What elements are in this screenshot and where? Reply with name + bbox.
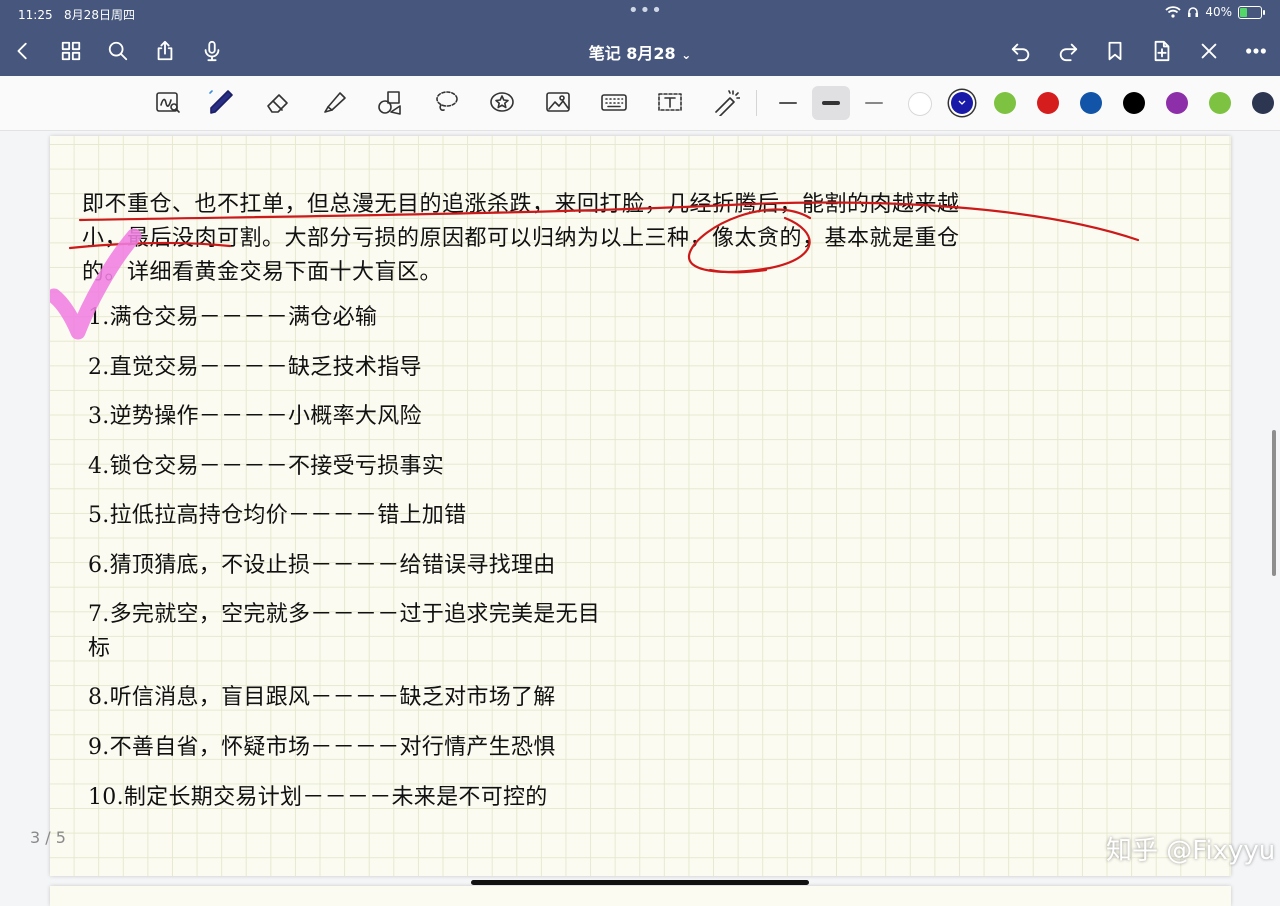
microphone-button[interactable]	[197, 36, 227, 66]
sticker-icon	[490, 92, 514, 112]
status-bar: 11:25 8月28日周四 ••• 40%	[0, 0, 1280, 26]
text-tool[interactable]	[654, 86, 686, 118]
color-swatch[interactable]	[1252, 92, 1274, 114]
share-button[interactable]	[150, 36, 180, 66]
highlighter-tool[interactable]	[318, 86, 350, 118]
add-page-button[interactable]	[1147, 36, 1177, 66]
intro-line: 即不重仓、也不扛单，但总漫无目的追涨杀跌，来回打脸，几经折腾后，能割的肉越来越	[82, 192, 960, 217]
close-icon	[1201, 43, 1217, 59]
chevron-down-icon	[958, 100, 966, 105]
add-page-icon	[1154, 40, 1170, 62]
pen-icon	[209, 90, 233, 114]
list-item: 6.猜顶猜底，不设止损－－－－给错误寻找理由	[88, 553, 556, 578]
eraser-icon	[267, 94, 288, 113]
vertical-scrollbar[interactable]	[1272, 430, 1276, 576]
page-title: 笔记 8月28 ⌄	[0, 40, 1280, 64]
headphones-icon	[1188, 7, 1199, 17]
wifi-icon	[1165, 6, 1181, 18]
undo-icon	[1011, 43, 1030, 62]
handwriting-recognition-tool[interactable]	[152, 86, 184, 118]
color-swatch[interactable]	[1037, 92, 1059, 114]
grid-icon	[61, 41, 81, 61]
stroke-thin-option[interactable]	[769, 86, 807, 120]
list-item: 10.制定长期交易计划－－－－未来是不可控的	[88, 785, 548, 810]
page-indicator: 3 / 5	[30, 828, 66, 847]
stroke-light-option[interactable]	[855, 86, 893, 120]
microphone-icon	[204, 40, 220, 62]
pen-tool[interactable]	[205, 86, 237, 118]
lasso-icon	[436, 91, 458, 111]
sticker-tool[interactable]	[486, 86, 518, 118]
toolbar-divider	[756, 90, 757, 116]
color-swatch[interactable]	[1209, 92, 1231, 114]
intro-paragraph: 即不重仓、也不扛单，但总漫无目的追涨杀跌，来回打脸，几经折腾后，能割的肉越来越 …	[82, 188, 1142, 290]
grid-view-button[interactable]	[56, 36, 86, 66]
intro-line: 小，最后没肉可割。大部分亏损的原因都可以归纳为以上三种，像太贪的，基本就是重仓	[82, 226, 960, 251]
battery-percent: 40%	[1205, 5, 1232, 19]
shapes-icon	[378, 91, 401, 115]
lasso-tool[interactable]	[430, 86, 462, 118]
keyboard-icon	[601, 94, 627, 111]
laser-pointer-tool[interactable]	[710, 86, 742, 118]
more-icon	[1246, 48, 1266, 54]
stroke-medium-option[interactable]	[812, 86, 850, 120]
home-indicator[interactable]	[471, 880, 809, 885]
text-box-icon	[658, 93, 682, 111]
color-swatch[interactable]	[951, 92, 973, 114]
battery-icon	[1238, 5, 1265, 19]
list-item: 7.多完就空，空完就多－－－－过于追求完美是无目	[88, 602, 601, 627]
bookmark-button[interactable]	[1100, 36, 1130, 66]
list-item: 3.逆势操作－－－－小概率大风险	[88, 404, 422, 429]
search-icon	[108, 41, 128, 61]
undo-button[interactable]	[1006, 36, 1036, 66]
laser-pointer-icon	[715, 90, 740, 116]
intro-line: 的。详细看黄金交易下面十大盲区。	[82, 260, 443, 285]
status-time: 11:25 8月28日周四	[18, 8, 135, 22]
list-item: 1.满仓交易－－－－满仓必输	[88, 305, 378, 330]
search-button[interactable]	[103, 36, 133, 66]
shapes-tool[interactable]	[374, 86, 406, 118]
bookmark-icon	[1108, 41, 1122, 61]
redo-button[interactable]	[1053, 36, 1083, 66]
note-title-button[interactable]: 笔记 8月28 ⌄	[589, 44, 692, 63]
list-item: 5.拉低拉高持仓均价－－－－错上加错	[88, 503, 467, 528]
next-page-edge	[50, 886, 1231, 906]
list-item: 8.听信消息，盲目跟风－－－－缺乏对市场了解	[88, 685, 556, 710]
more-button[interactable]	[1241, 36, 1271, 66]
note-page: 即不重仓、也不扛单，但总漫无目的追涨杀跌，来回打脸，几经折腾后，能割的肉越来越 …	[50, 136, 1231, 876]
watermark: 知乎 @Fixyyu	[1106, 836, 1276, 866]
color-swatch[interactable]	[908, 92, 932, 116]
status-right: 40%	[1165, 5, 1265, 19]
share-icon	[157, 40, 173, 61]
color-swatch[interactable]	[1166, 92, 1188, 114]
keyboard-tool[interactable]	[598, 86, 630, 118]
color-swatch[interactable]	[1080, 92, 1102, 114]
image-tool[interactable]	[542, 86, 574, 118]
top-bar: 11:25 8月28日周四 ••• 40% 笔记 8月28 ⌄	[0, 0, 1280, 76]
eraser-tool[interactable]	[262, 86, 294, 118]
image-icon	[546, 92, 570, 112]
color-swatch[interactable]	[994, 92, 1016, 114]
list-item: 4.锁仓交易－－－－不接受亏损事实	[88, 454, 445, 479]
handwriting-recognition-icon	[156, 92, 180, 113]
highlighter-icon	[324, 92, 346, 113]
list-item-continued: 标	[88, 636, 111, 661]
list-item: 2.直觉交易－－－－缺乏技术指导	[88, 355, 422, 380]
list-item: 9.不善自省，怀疑市场－－－－对行情产生恐惧	[88, 735, 556, 760]
back-button[interactable]	[8, 36, 38, 66]
redo-icon	[1059, 43, 1078, 62]
close-button[interactable]	[1194, 36, 1224, 66]
multitask-dots[interactable]: •••	[628, 0, 663, 21]
color-swatch[interactable]	[1123, 92, 1145, 114]
chevron-left-icon	[17, 42, 27, 60]
